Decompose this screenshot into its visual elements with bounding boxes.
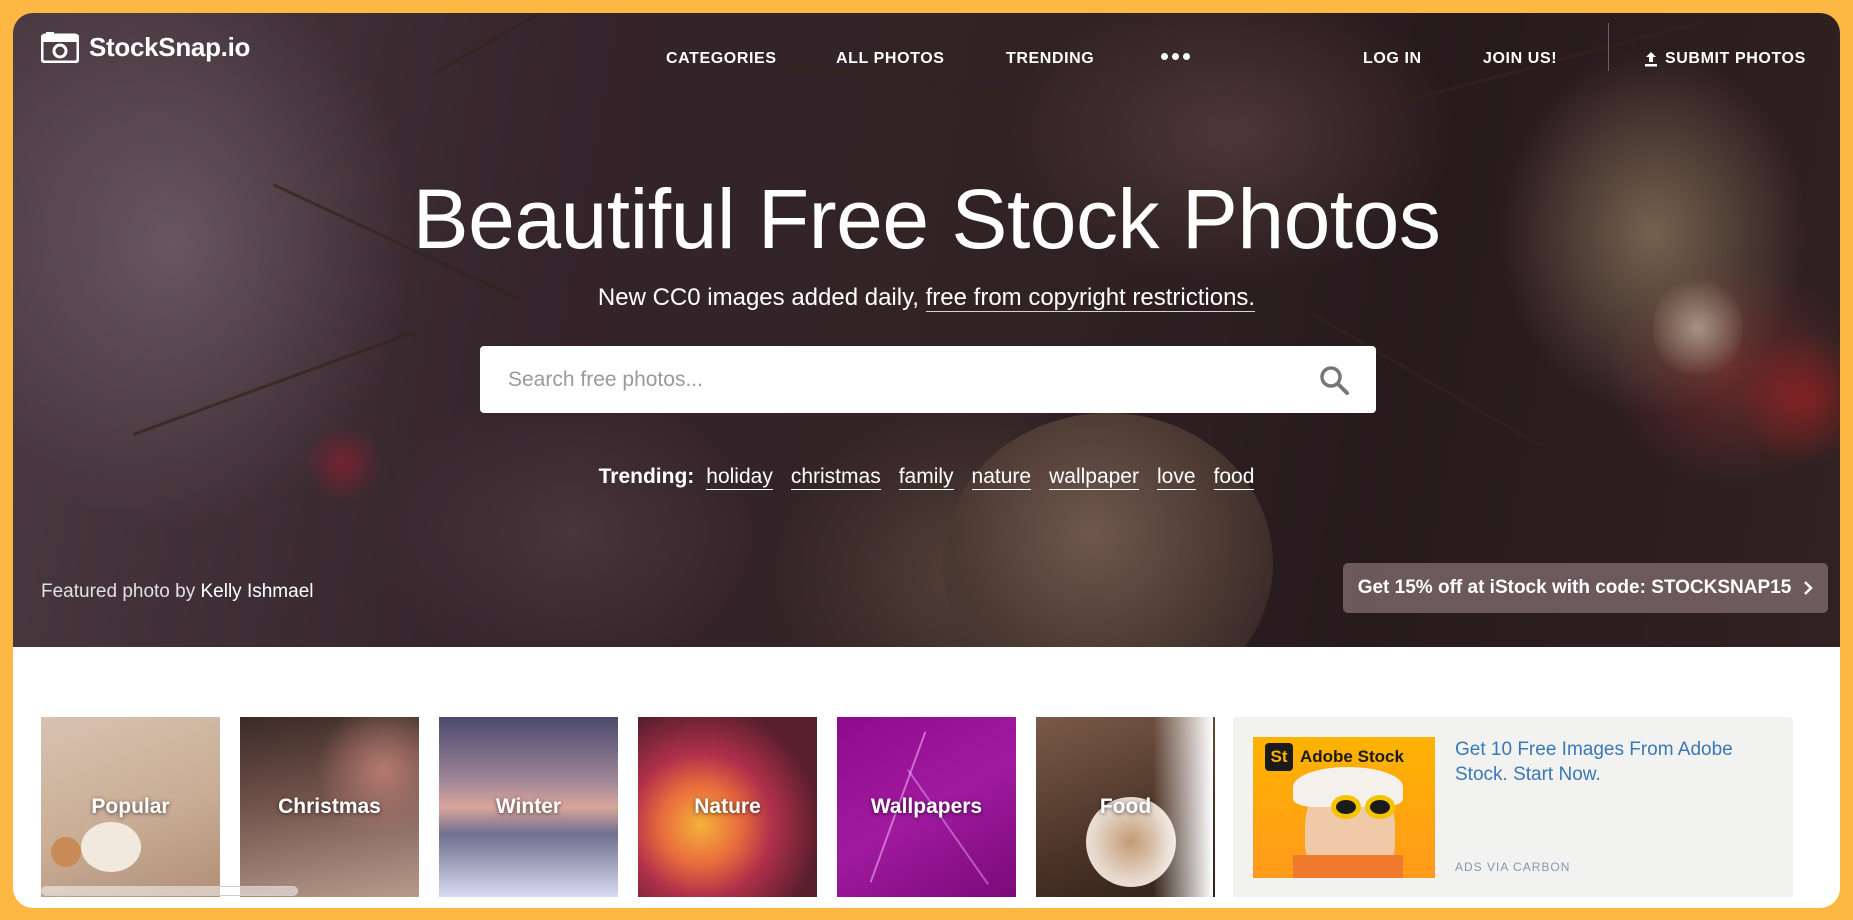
nav-join[interactable]: JOIN US! (1483, 50, 1557, 68)
featured-author-link[interactable]: Kelly Ishmael (201, 581, 314, 602)
category-label: Nature (694, 795, 761, 818)
category-popular[interactable]: Popular (41, 717, 220, 897)
trending-tags: Trending: holiday christmas family natur… (13, 465, 1840, 490)
ad-person-sunglasses (1365, 795, 1395, 819)
pumpkin-shape (81, 822, 141, 872)
nav-divider (1608, 23, 1609, 71)
category-scrollbar[interactable] (41, 886, 298, 896)
trending-tag[interactable]: christmas (790, 465, 881, 490)
ad-text-link[interactable]: Get 10 Free Images From Adobe Stock. Sta… (1455, 737, 1755, 787)
ad-person-sunglasses (1331, 795, 1361, 819)
category-label: Food (1099, 795, 1152, 818)
search-bar (480, 346, 1376, 413)
category-label: Wallpapers (870, 795, 983, 818)
trending-label: Trending: (598, 465, 695, 488)
category-wallpapers[interactable]: Wallpapers (837, 717, 1016, 897)
category-label: Popular (91, 795, 170, 818)
category-christmas[interactable]: Christmas (240, 717, 419, 897)
ad-image[interactable]: St Adobe Stock (1253, 737, 1435, 878)
chevron-right-icon (1804, 581, 1814, 595)
copyright-link[interactable]: free from copyright restrictions. (925, 284, 1256, 312)
page-title: Beautiful Free Stock Photos (412, 172, 1441, 266)
ad-person-shirt (1293, 855, 1403, 878)
adobe-stock-badge: St (1265, 743, 1293, 771)
category-winter[interactable]: Winter (439, 717, 618, 897)
top-nav: StockSnap.io CATEGORIES ALL PHOTOS TREND… (13, 13, 1840, 93)
category-label: Winter (495, 795, 562, 818)
nav-trending[interactable]: TRENDING (1006, 50, 1094, 68)
logo[interactable]: StockSnap.io (41, 31, 250, 63)
camera-icon (41, 32, 79, 63)
trending-tag[interactable]: wallpaper (1049, 465, 1139, 490)
more-dots-icon[interactable] (1161, 53, 1190, 60)
nav-login[interactable]: LOG IN (1363, 50, 1422, 68)
adobe-stock-logo-text: Adobe Stock (1300, 747, 1404, 766)
category-label: Christmas (278, 795, 381, 818)
nav-submit-label: SUBMIT PHOTOS (1665, 50, 1806, 67)
category-strip: Popular Christmas Winter Nature Wallpape… (41, 717, 1215, 897)
trending-tag[interactable]: food (1213, 465, 1255, 490)
istock-promo-button[interactable]: Get 15% off at iStock with code: STOCKSN… (1343, 563, 1828, 613)
trending-tag[interactable]: love (1156, 465, 1196, 490)
upload-icon (1645, 52, 1657, 67)
decor-line (907, 769, 989, 885)
promo-text: Get 15% off at iStock with code: STOCKSN… (1357, 577, 1792, 598)
trending-tag[interactable]: nature (971, 465, 1032, 490)
trending-tag[interactable]: family (898, 465, 954, 490)
hero-subtitle: New CC0 images added daily, free from co… (13, 284, 1840, 312)
subtitle-prefix: New CC0 images added daily, (597, 284, 926, 311)
nav-all-photos[interactable]: ALL PHOTOS (836, 50, 945, 68)
hero-section: StockSnap.io CATEGORIES ALL PHOTOS TREND… (13, 13, 1840, 647)
adobe-stock-logo: St Adobe Stock (1265, 743, 1404, 771)
featured-prefix: Featured photo by (41, 581, 201, 602)
ads-via-carbon-link[interactable]: ADS VIA CARBON (1455, 860, 1570, 874)
carbon-ad: St Adobe Stock Get 10 Free Images From A… (1233, 717, 1793, 897)
search-icon[interactable] (1318, 364, 1350, 396)
trending-tag[interactable]: holiday (706, 465, 773, 490)
search-input[interactable] (480, 346, 1376, 413)
logo-text: StockSnap.io (89, 31, 251, 62)
nav-categories[interactable]: CATEGORIES (666, 50, 777, 68)
category-fade (1153, 717, 1213, 897)
browser-frame: StockSnap.io CATEGORIES ALL PHOTOS TREND… (13, 13, 1840, 908)
nav-submit-photos[interactable]: SUBMIT PHOTOS (1643, 50, 1806, 68)
category-nature[interactable]: Nature (638, 717, 817, 897)
pumpkin-small-shape (51, 837, 81, 867)
hero-overlay (13, 13, 1840, 647)
featured-credit: Featured photo by Kelly Ishmael (41, 581, 314, 603)
